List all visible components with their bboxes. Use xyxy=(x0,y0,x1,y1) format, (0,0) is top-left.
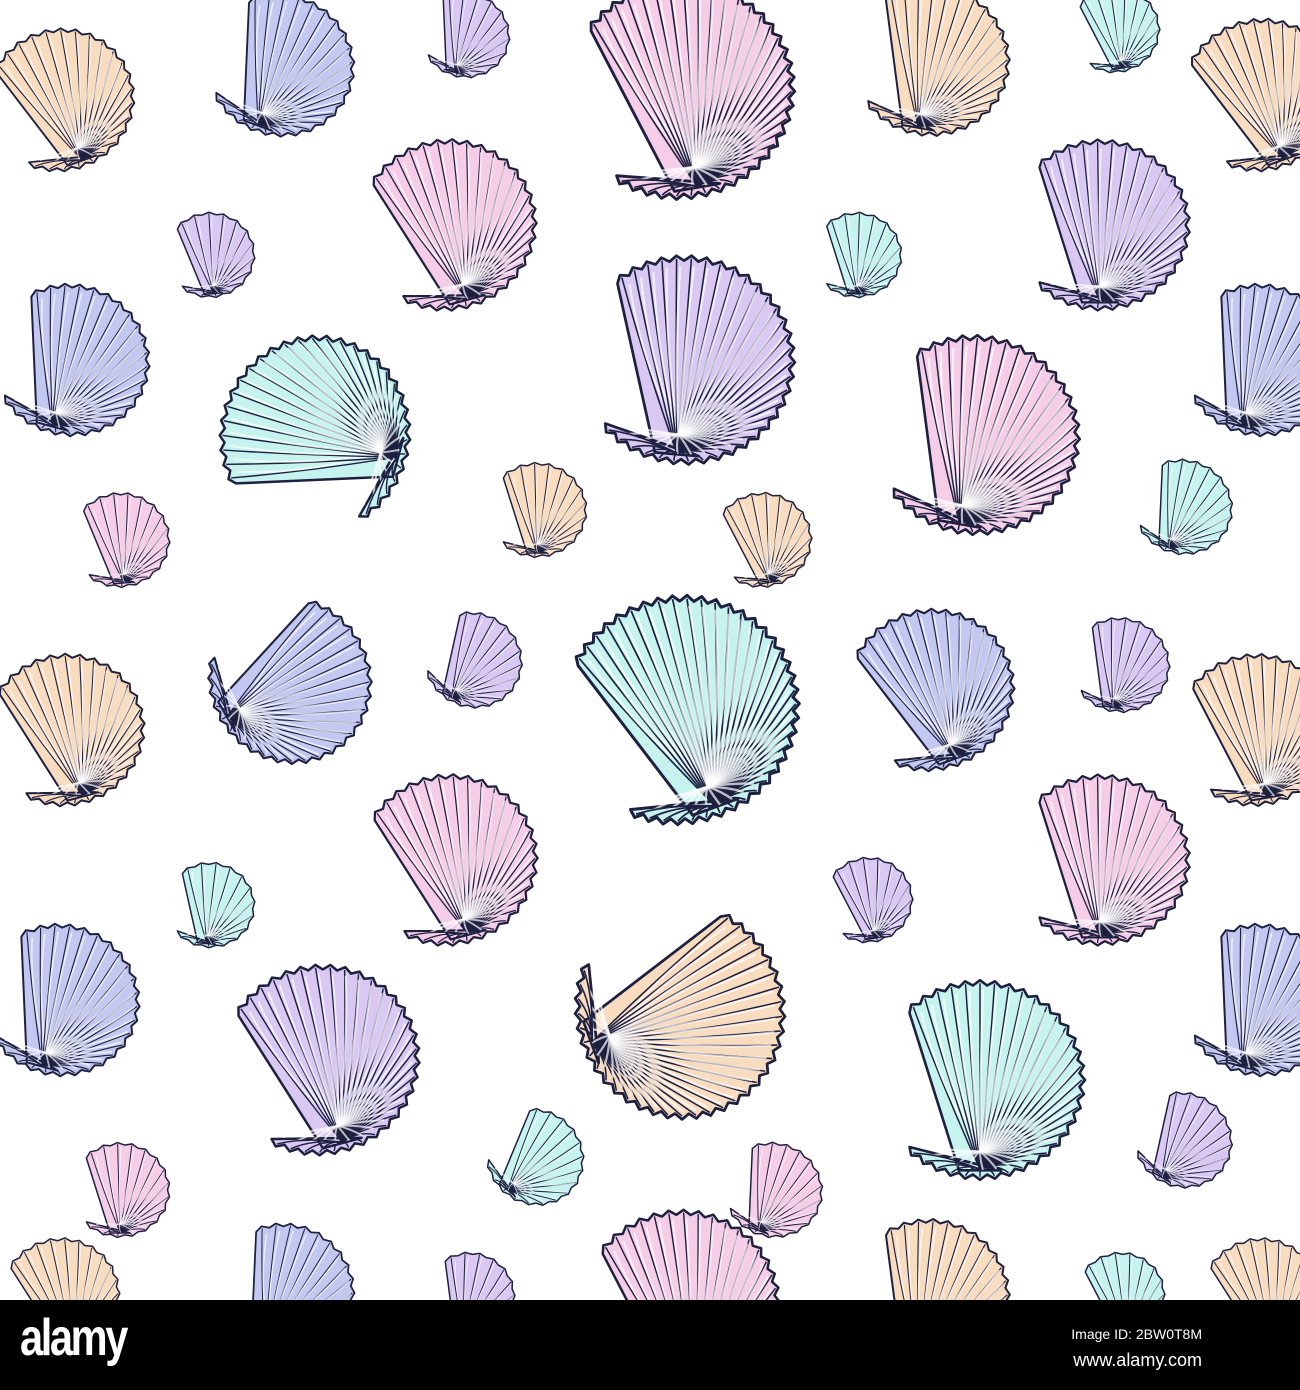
seashell-icon xyxy=(867,1218,1011,1300)
website-link[interactable]: www.alamy.com xyxy=(1073,1350,1202,1371)
seashell-icon xyxy=(224,1222,356,1300)
watermark-footer: alamy Image ID: 2BW0T8M www.alamy.com xyxy=(0,1300,1300,1390)
seashell-icon xyxy=(176,211,256,299)
seashell-icon xyxy=(1038,773,1191,947)
image-id: Image ID: 2BW0T8M xyxy=(1071,1326,1202,1342)
seashell-icon xyxy=(1084,1251,1166,1300)
seashell-icon xyxy=(82,492,171,589)
seashell-icon xyxy=(603,254,797,466)
seashell-icon xyxy=(0,27,136,173)
seashell-icon xyxy=(218,334,412,518)
seashell-icon xyxy=(427,0,511,79)
seashell-pattern xyxy=(0,0,1300,1300)
seashell-icon xyxy=(1139,458,1234,556)
seashell-icon xyxy=(832,856,914,944)
seashell-icon xyxy=(1079,0,1161,74)
seashell-icon xyxy=(373,773,539,947)
seashell-icon xyxy=(722,491,813,588)
seashell-icon xyxy=(237,963,421,1157)
seashell-icon xyxy=(573,913,787,1121)
seashell-icon xyxy=(85,1141,171,1239)
seashell-icon xyxy=(867,0,1011,137)
seashell-icon xyxy=(908,978,1087,1182)
seashell-icon xyxy=(486,1107,585,1206)
alamy-logo: alamy xyxy=(20,1309,128,1367)
seashell-icon xyxy=(1193,922,1300,1078)
seashell-icon xyxy=(856,607,1016,773)
seashell-icon xyxy=(207,600,373,766)
seashell-icon xyxy=(589,0,797,201)
seashell-icon xyxy=(1080,617,1171,714)
seashell-icon xyxy=(1191,17,1300,173)
seashell-icon xyxy=(427,611,524,709)
seashell-icon xyxy=(574,593,801,827)
seashell-icon xyxy=(502,461,588,559)
seashell-icon xyxy=(1038,138,1191,312)
seashell-icon xyxy=(0,922,141,1078)
seashell-icon xyxy=(176,861,256,949)
seashell-icon xyxy=(0,652,146,808)
seashell-icon xyxy=(1210,1237,1300,1300)
seashell-icon xyxy=(1137,1091,1234,1189)
seashell-icon xyxy=(372,138,538,312)
seashell-icon xyxy=(434,1251,516,1300)
seashell-icon xyxy=(3,282,151,438)
stock-image: alamy Image ID: 2BW0T8M www.alamy.com xyxy=(0,0,1300,1390)
seashell-icon xyxy=(892,333,1082,537)
seashell-icon xyxy=(826,211,903,299)
seashell-icon xyxy=(1193,282,1300,438)
seashell-icon xyxy=(215,0,356,138)
seashell-icon xyxy=(1192,653,1300,807)
